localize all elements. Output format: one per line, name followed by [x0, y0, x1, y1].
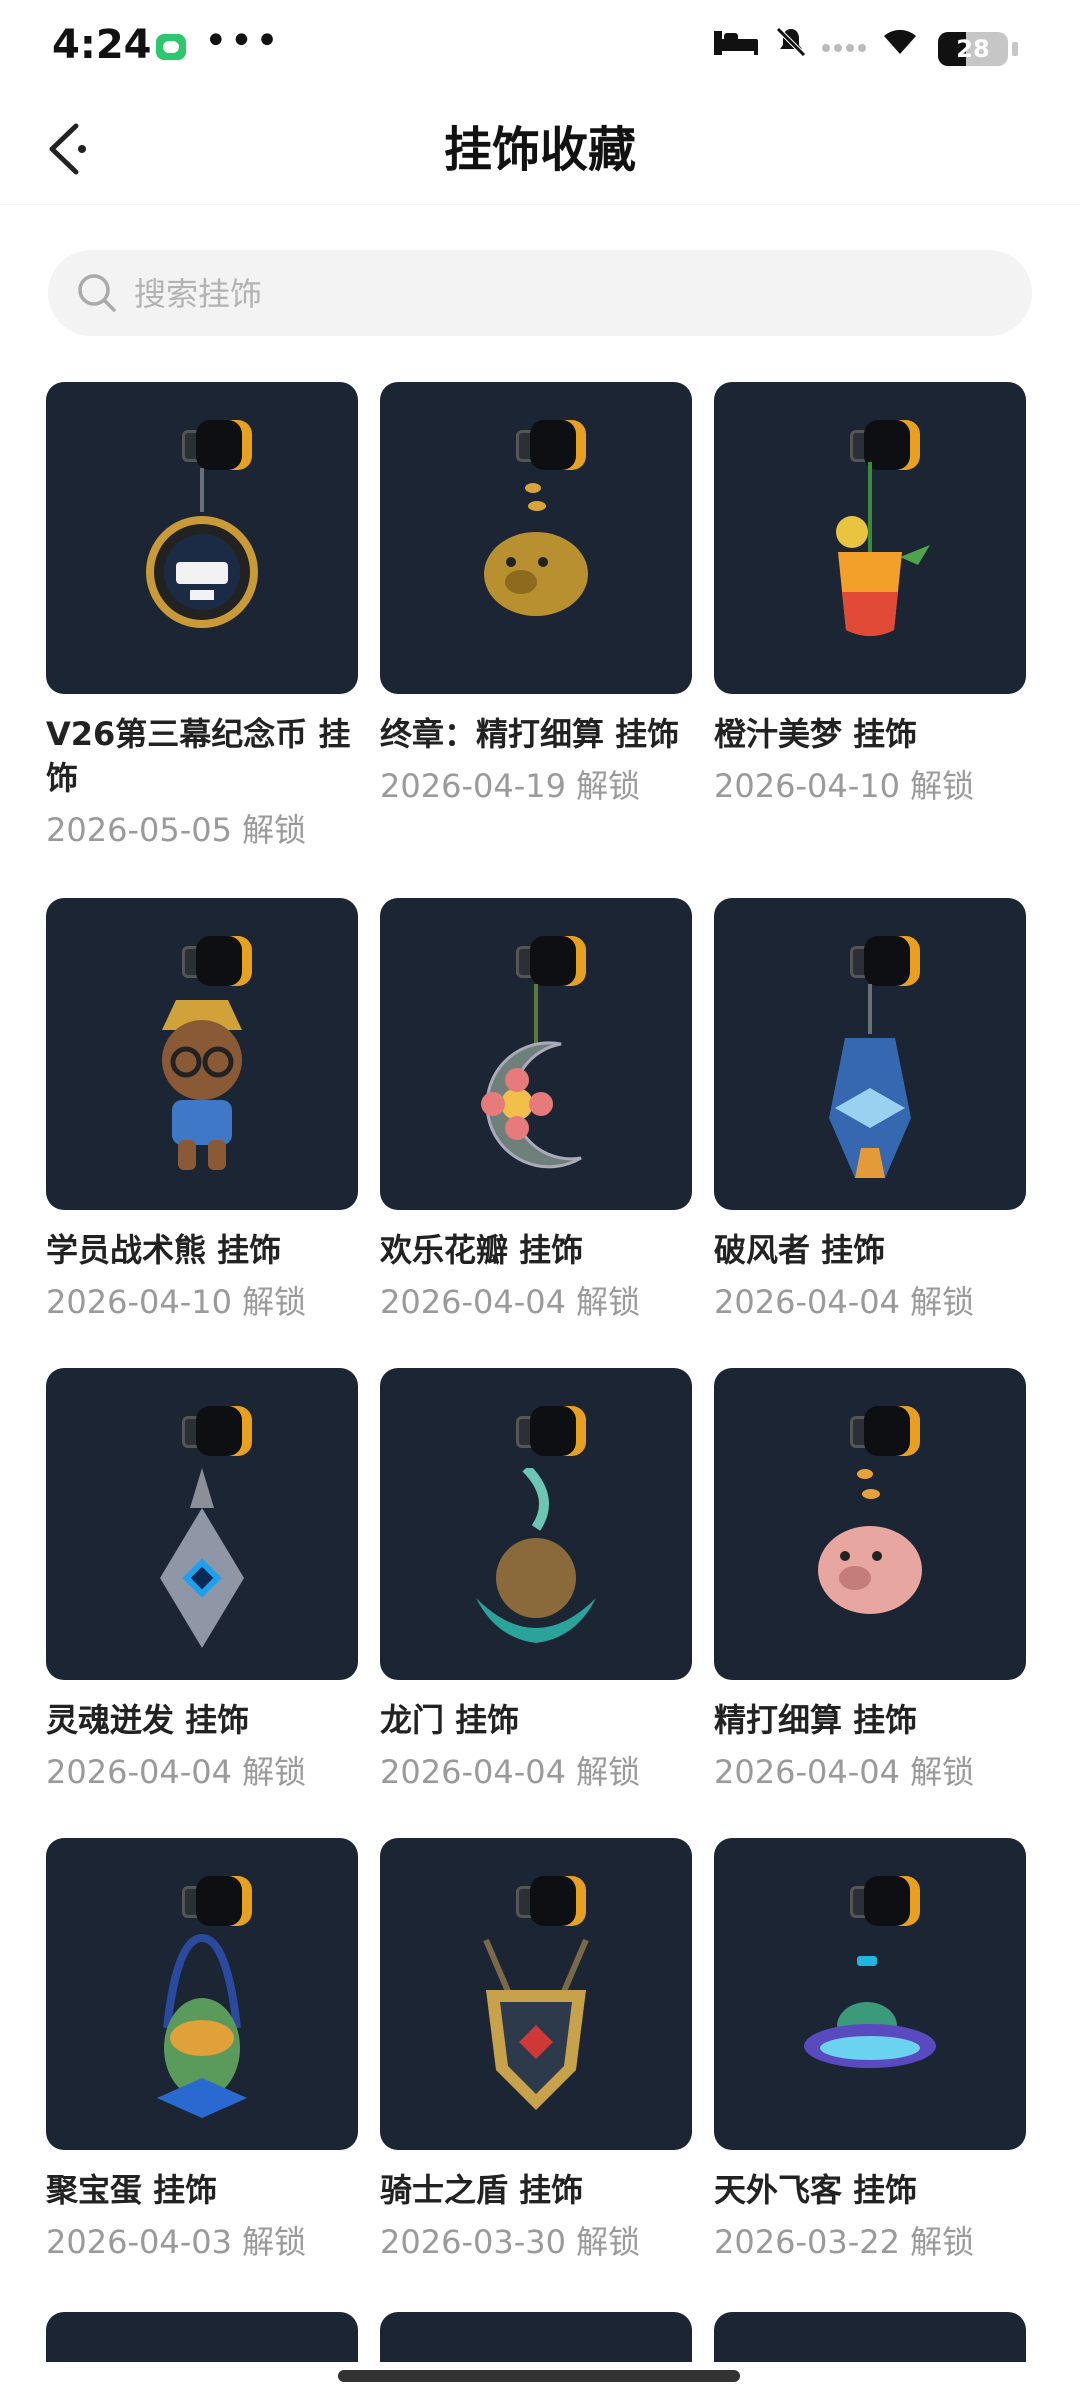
medal-charm-icon: [146, 516, 258, 628]
unlock-date: 2026-04-19 解锁: [380, 767, 641, 805]
unlock-date: 2026-04-10 解锁: [46, 1283, 307, 1321]
charm-name: V26第三幕纪念币 挂饰: [46, 715, 351, 797]
home-indicator[interactable]: [338, 2370, 740, 2382]
status-bar: 4:24 ••• 28: [0, 0, 1080, 96]
charm-thumbnail-partial[interactable]: [380, 2312, 692, 2362]
page-title: 挂饰收藏: [443, 122, 636, 178]
charm-name: 精打细算 挂饰: [714, 1701, 918, 1739]
charm-card[interactable]: 橙汁美梦 挂饰 2026-04-10 解锁: [714, 382, 1026, 808]
charm-name: 破风者 挂饰: [714, 1231, 886, 1269]
flower-moon-charm-icon: [481, 1041, 582, 1169]
charm-thumbnail: [46, 1838, 358, 2150]
charm-card[interactable]: 精打细算 挂饰 2026-04-04 解锁: [714, 1368, 1026, 1794]
charm-thumbnail: [380, 898, 692, 1210]
charm-card[interactable]: 破风者 挂饰 2026-04-04 解锁: [714, 898, 1026, 1324]
unlock-date: 2026-03-30 解锁: [380, 2223, 641, 2261]
mute-icon: [774, 25, 808, 72]
charm-thumbnail-partial[interactable]: [46, 2312, 358, 2362]
ufo-charm-icon: [804, 1956, 936, 2068]
next-row-partial: [46, 2312, 1036, 2362]
unlock-date: 2026-04-04 解锁: [714, 1753, 975, 1791]
unlock-date: 2026-04-10 解锁: [714, 767, 975, 805]
charm-thumbnail: [714, 898, 1026, 1210]
charm-card[interactable]: 聚宝蛋 挂饰 2026-04-03 解锁: [46, 1838, 358, 2264]
bear-charm-icon: [162, 1000, 242, 1170]
unlock-date: 2026-04-04 解锁: [380, 1283, 641, 1321]
charm-thumbnail: [380, 1838, 692, 2150]
charm-thumbnail: [714, 1838, 1026, 2150]
blade-charm-icon: [829, 1038, 911, 1178]
charm-thumbnail-partial[interactable]: [714, 2312, 1026, 2362]
charm-name: 天外飞客 挂饰: [714, 2171, 918, 2209]
pink-pig-charm-icon: [818, 1469, 922, 1614]
charm-card[interactable]: 骑士之盾 挂饰 2026-03-30 解锁: [380, 1838, 692, 2264]
juice-charm-icon: [836, 462, 930, 636]
sleep-mode-icon: [712, 26, 760, 70]
charm-name: 学员战术熊 挂饰: [46, 1231, 282, 1269]
dragon-charm-icon: [476, 1468, 596, 1643]
charm-card[interactable]: 天外飞客 挂饰 2026-03-22 解锁: [714, 1838, 1026, 2264]
search-bar[interactable]: [48, 250, 1032, 338]
shield-charm-icon: [483, 1938, 589, 2110]
charm-name: 欢乐花瓣 挂饰: [380, 1231, 584, 1269]
charm-thumbnail: [46, 898, 358, 1210]
unlock-date: 2026-04-03 解锁: [46, 2223, 307, 2261]
charm-name: 橙汁美梦 挂饰: [714, 715, 918, 753]
egg-charm-icon: [157, 1933, 247, 2118]
charm-thumbnail: [46, 1368, 358, 1680]
top-nav-bar: 挂饰收藏: [0, 96, 1080, 205]
charm-name: 灵魂迸发 挂饰: [46, 1701, 250, 1739]
charm-card[interactable]: V26第三幕纪念币 挂饰 2026-05-05 解锁: [46, 382, 358, 852]
charm-card[interactable]: 终章：精打细算 挂饰 2026-04-19 解锁: [380, 382, 692, 808]
crystal-charm-icon: [160, 1468, 244, 1648]
charm-thumbnail: [46, 382, 358, 694]
search-icon: [78, 274, 116, 312]
charm-card[interactable]: 龙门 挂饰 2026-04-04 解锁: [380, 1368, 692, 1794]
more-notifications-icon: •••: [204, 18, 281, 64]
unlock-date: 2026-04-04 解锁: [714, 1283, 975, 1321]
status-time: 4:24: [52, 22, 152, 68]
charm-card[interactable]: 灵魂迸发 挂饰 2026-04-04 解锁: [46, 1368, 358, 1794]
wechat-notification-icon: [156, 34, 186, 60]
charm-name: 聚宝蛋 挂饰: [46, 2171, 218, 2209]
unlock-date: 2026-05-05 解锁: [46, 811, 307, 849]
charm-card[interactable]: 欢乐花瓣 挂饰 2026-04-04 解锁: [380, 898, 692, 1324]
status-icons: [712, 26, 920, 70]
charm-name: 龙门 挂饰: [380, 1701, 520, 1739]
golden-pig-charm-icon: [484, 483, 588, 616]
search-input[interactable]: [132, 250, 996, 338]
battery-tip: [1012, 42, 1018, 56]
signal-icon: [822, 44, 866, 52]
unlock-date: 2026-04-04 解锁: [380, 1753, 641, 1791]
charm-name: 骑士之盾 挂饰: [380, 2171, 584, 2209]
unlock-date: 2026-04-04 解锁: [46, 1753, 307, 1791]
charm-thumbnail: [714, 382, 1026, 694]
wifi-icon: [880, 26, 920, 71]
charm-card[interactable]: 学员战术熊 挂饰 2026-04-10 解锁: [46, 898, 358, 1324]
charm-name: 终章：精打细算 挂饰: [380, 715, 680, 753]
unlock-date: 2026-03-22 解锁: [714, 2223, 975, 2261]
charm-thumbnail: [380, 382, 692, 694]
battery-icon: 28: [938, 32, 1008, 66]
charm-thumbnail: [714, 1368, 1026, 1680]
charm-thumbnail: [380, 1368, 692, 1680]
